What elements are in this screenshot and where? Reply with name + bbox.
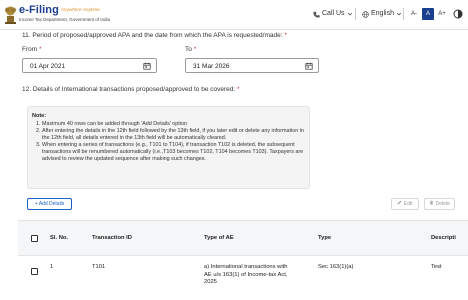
required-marker: * <box>284 32 287 39</box>
language-label: English <box>371 10 394 17</box>
chevron-down-icon <box>396 12 402 16</box>
department-name: Income Tax Department, Government of Ind… <box>19 17 110 23</box>
table-row[interactable]: 1 T101 a) International transactions wit… <box>18 256 468 300</box>
cell-type-of-ae: a) International transactions with AE u/… <box>204 264 288 285</box>
question-12-label: 12. Details of International transaction… <box>22 86 240 93</box>
font-normal-button[interactable]: A <box>422 8 434 20</box>
font-decrease-button[interactable]: A- <box>408 8 420 20</box>
table-header: Sl. No. Transaction ID Type of AE Type D… <box>18 220 468 256</box>
calendar-icon[interactable] <box>143 62 151 70</box>
brand-name: e-Filing <box>19 4 59 16</box>
from-date-field[interactable]: 01 Apr 2021 <box>22 58 157 73</box>
from-date-value: 01 Apr 2021 <box>30 62 66 70</box>
edit-label: Edit <box>403 201 413 207</box>
phone-icon <box>313 11 320 18</box>
note-list: Maximum 40 rows can be added through 'Ad… <box>32 121 307 163</box>
note-item: When entering a series of transactions (… <box>42 142 307 163</box>
delete-button[interactable]: Delete <box>424 198 455 210</box>
call-us-button[interactable]: Call Us <box>313 9 353 19</box>
cell-sl-no: 1 <box>50 264 54 270</box>
add-details-button[interactable]: + Add Details <box>27 198 72 210</box>
font-increase-button[interactable]: A+ <box>436 8 448 20</box>
note-box: Note: Maximum 40 rows can be added throu… <box>27 106 310 189</box>
calendar-icon[interactable] <box>305 62 313 70</box>
question-11-label: 11. Period of proposed/approved APA and … <box>22 32 287 39</box>
cell-type: Sec 163(1)(a) <box>318 264 354 270</box>
top-header: e-Filing Anywhere Anytime Income Tax Depa… <box>0 0 468 30</box>
brand-logo[interactable]: e-Filing Anywhere Anytime Income Tax Depa… <box>19 4 110 23</box>
divider <box>355 8 356 20</box>
divider <box>403 8 404 20</box>
note-item: After entering the details in the 12th f… <box>42 128 307 142</box>
column-header: Type of AE <box>204 235 234 241</box>
column-header: Descripti <box>431 235 456 241</box>
note-title: Note: <box>32 113 47 119</box>
row-checkbox[interactable] <box>31 268 38 275</box>
call-us-label: Call Us <box>322 10 345 17</box>
select-all-checkbox[interactable] <box>31 235 38 242</box>
column-header: Type <box>318 235 332 241</box>
to-date-field[interactable]: 31 Mar 2026 <box>185 58 319 73</box>
cell-description: Test <box>431 264 442 270</box>
language-selector[interactable]: English <box>362 9 402 19</box>
to-label: To * <box>185 46 197 53</box>
emblem-icon <box>5 6 16 24</box>
to-date-value: 31 Mar 2026 <box>193 62 230 70</box>
trash-icon <box>429 200 434 205</box>
edit-button[interactable]: Edit <box>391 198 419 210</box>
chevron-down-icon <box>347 12 352 16</box>
note-item: Maximum 40 rows can be added through 'Ad… <box>42 121 307 128</box>
contrast-icon[interactable] <box>453 9 463 19</box>
required-marker: * <box>237 86 240 93</box>
pencil-icon <box>397 200 402 205</box>
cell-transaction-id: T101 <box>92 264 106 270</box>
globe-icon <box>362 10 369 18</box>
from-label: From * <box>22 46 42 53</box>
delete-label: Delete <box>435 201 450 207</box>
brand-tagline: Anywhere Anytime <box>60 7 100 13</box>
column-header: Transaction ID <box>92 235 132 241</box>
column-header: Sl. No. <box>50 235 69 241</box>
